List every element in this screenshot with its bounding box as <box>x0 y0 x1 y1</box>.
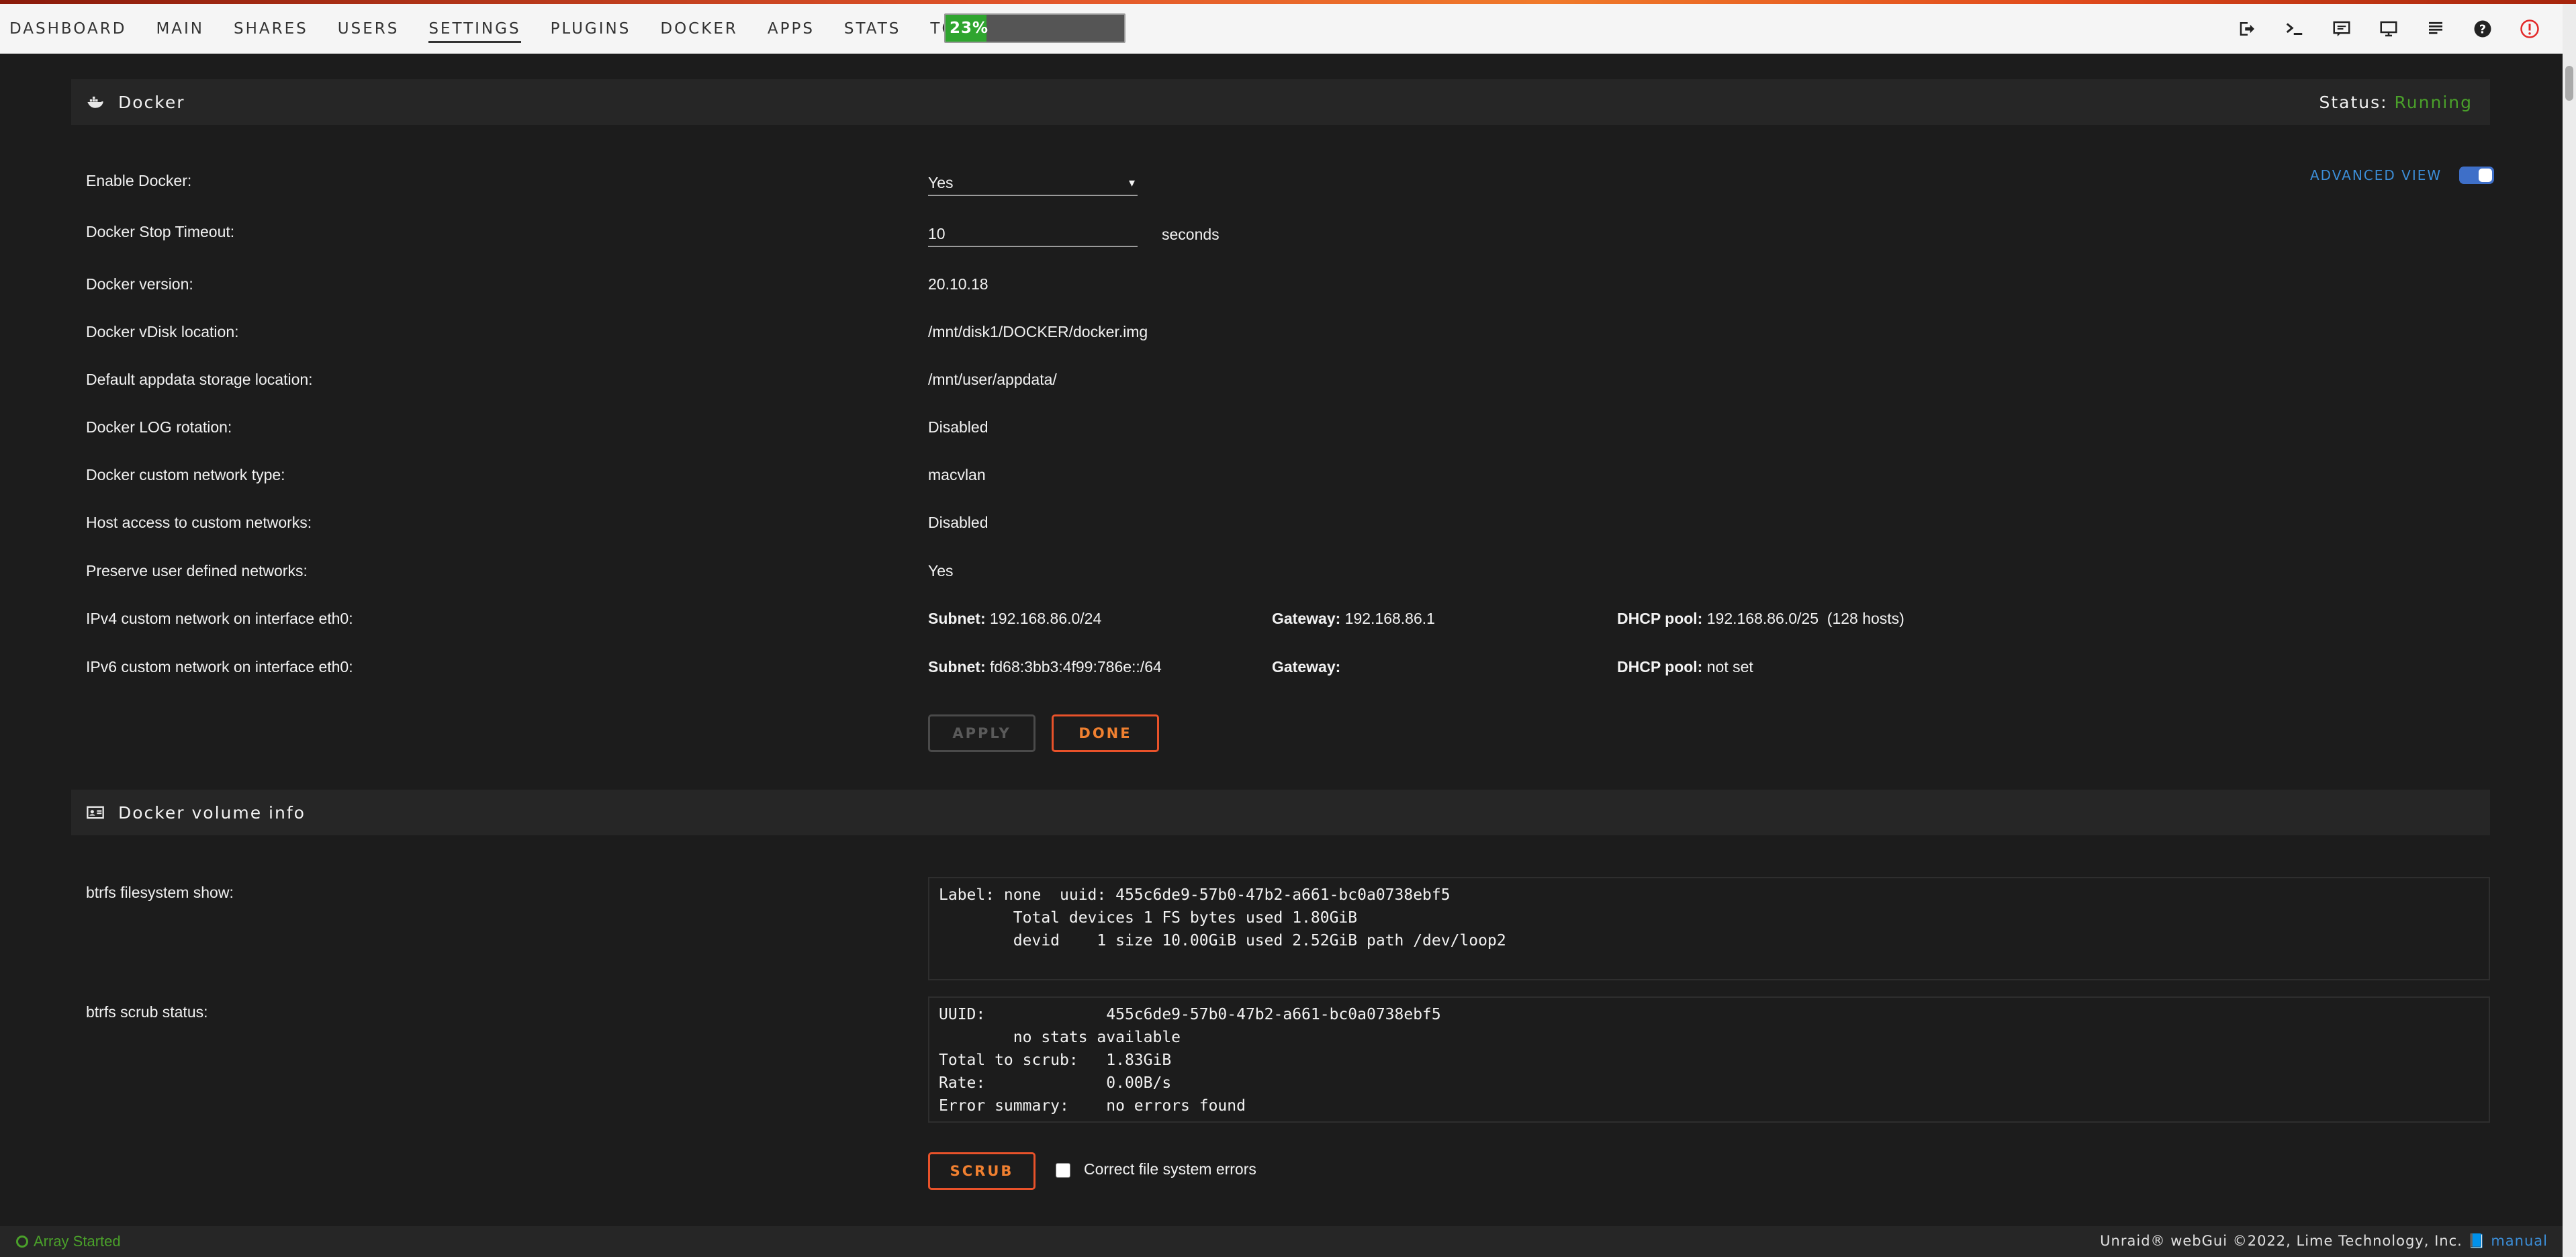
ipv6-dhcp: DHCP pool: not set <box>1617 658 1753 676</box>
docker-version-value: 20.10.18 <box>928 275 988 293</box>
advanced-view-label: ADVANCED VIEW <box>2310 167 2442 183</box>
ipv6-dhcp-key: DHCP pool: <box>1617 658 1703 676</box>
network-type-label: Docker custom network type: <box>86 466 285 483</box>
docker-section-title: Docker <box>118 92 185 112</box>
id-card-icon <box>83 800 107 825</box>
info-icon[interactable] <box>2365 4 2412 54</box>
ipv4-dhcp-key: DHCP pool: <box>1617 610 1703 627</box>
stop-timeout-input[interactable]: 10 <box>928 220 1138 247</box>
nav-apps[interactable]: APPS <box>768 4 815 54</box>
nav-main[interactable]: MAIN <box>156 4 204 54</box>
ipv6-gateway: Gateway: <box>1272 658 1340 676</box>
correct-errors-label: Correct file system errors <box>1084 1160 1256 1178</box>
nav-stats[interactable]: STATS <box>844 4 901 54</box>
enable-docker-label: Enable Docker: <box>86 172 192 189</box>
ipv6-subnet-key: Subnet: <box>928 658 986 676</box>
host-access-value: Disabled <box>928 514 988 531</box>
docker-version-label: Docker version: <box>86 275 193 293</box>
btrfs-scrub-status-label: btrfs scrub status: <box>86 1003 208 1021</box>
advanced-view-toggle[interactable] <box>2459 167 2495 184</box>
stop-timeout-label: Docker Stop Timeout: <box>86 223 235 240</box>
docker-whale-icon <box>83 90 107 114</box>
volume-section-title: Docker volume info <box>118 802 306 823</box>
apply-button[interactable]: APPLY <box>928 714 1036 752</box>
ipv4-gateway-value: 192.168.86.1 <box>1344 610 1435 627</box>
enable-docker-select[interactable]: Yes ▾ <box>928 169 1138 196</box>
enable-docker-value: Yes <box>928 174 954 191</box>
page-scrollbar[interactable] <box>2563 4 2576 1257</box>
footer-copyright: Unraid® webGui ©2022, Lime Technology, I… <box>2100 1233 2548 1250</box>
ipv6-subnet-value: fd68:3bb3:4f99:786e::/64 <box>990 658 1162 676</box>
notification-icon[interactable] <box>2506 4 2553 54</box>
stop-timeout-unit: seconds <box>1162 226 1220 243</box>
status-value: Running <box>2394 92 2473 112</box>
array-status: Array Started <box>16 1233 121 1250</box>
appdata-location-value: /mnt/user/appdata/ <box>928 371 1057 388</box>
cpu-load-label: 23% <box>950 19 989 37</box>
correct-errors-checkbox[interactable] <box>1056 1163 1070 1178</box>
appdata-location-label: Default appdata storage location: <box>86 371 313 388</box>
toggle-knob <box>2479 169 2493 182</box>
ipv4-subnet-value: 192.168.86.0/24 <box>990 610 1102 627</box>
ipv6-subnet: Subnet: fd68:3bb3:4f99:786e::/64 <box>928 658 1162 676</box>
ipv4-subnet: Subnet: 192.168.86.0/24 <box>928 610 1101 628</box>
ipv6-dhcp-value: not set <box>1706 658 1753 676</box>
ipv6-gateway-key: Gateway: <box>1272 658 1341 676</box>
nav-users[interactable]: USERS <box>338 4 400 54</box>
main-nav: DASHBOARD MAIN SHARES USERS SETTINGS PLU… <box>9 4 1022 54</box>
nav-dashboard[interactable]: DASHBOARD <box>9 4 126 54</box>
ipv4-subnet-key: Subnet: <box>928 610 986 627</box>
docker-status: Status: Running <box>2319 93 2473 112</box>
ipv4-network-label: IPv4 custom network on interface eth0: <box>86 610 353 627</box>
terminal-icon[interactable] <box>2271 4 2318 54</box>
status-label: Status: <box>2319 92 2388 112</box>
volume-section-header: Docker volume info <box>71 790 2490 835</box>
network-type-value: macvlan <box>928 466 986 483</box>
ipv6-network-label: IPv6 custom network on interface eth0: <box>86 658 353 676</box>
ipv4-gateway: Gateway: 192.168.86.1 <box>1272 610 1435 628</box>
cpu-load-meter: 23% <box>944 13 1125 43</box>
done-button[interactable]: DONE <box>1052 714 1159 752</box>
status-footer: Array Started Unraid® webGui ©2022, Lime… <box>0 1226 2563 1257</box>
toolbar-icons: ? <box>2224 4 2553 54</box>
play-circle-icon <box>16 1236 28 1248</box>
docker-section-header: Docker Status: Running <box>71 79 2490 125</box>
array-status-text: Array Started <box>34 1233 121 1250</box>
copyright-text: Unraid® webGui ©2022, Lime Technology, I… <box>2100 1233 2463 1249</box>
vdisk-location-value: /mnt/disk1/DOCKER/docker.img <box>928 323 1148 340</box>
advanced-view-control: ADVANCED VIEW <box>2310 167 2495 184</box>
svg-text:?: ? <box>2479 23 2486 36</box>
log-rotation-label: Docker LOG rotation: <box>86 418 232 436</box>
feedback-icon[interactable] <box>2318 4 2365 54</box>
top-navigation-bar: DASHBOARD MAIN SHARES USERS SETTINGS PLU… <box>0 4 2563 54</box>
nav-shares[interactable]: SHARES <box>234 4 308 54</box>
scrollbar-thumb[interactable] <box>2565 66 2573 101</box>
btrfs-scrub-status-output: UUID: 455c6de9-57b0-47b2-a661-bc0a0738eb… <box>928 996 2490 1123</box>
log-icon[interactable] <box>2412 4 2459 54</box>
btrfs-fs-show-label: btrfs filesystem show: <box>86 884 234 901</box>
ipv4-gateway-key: Gateway: <box>1272 610 1341 627</box>
caret-down-icon: ▾ <box>1128 176 1135 189</box>
host-access-label: Host access to custom networks: <box>86 514 312 531</box>
log-rotation-value: Disabled <box>928 418 988 436</box>
nav-settings[interactable]: SETTINGS <box>428 4 521 54</box>
help-icon[interactable]: ? <box>2459 4 2506 54</box>
preserve-networks-value: Yes <box>928 562 954 579</box>
manual-link[interactable]: manual <box>2491 1233 2548 1249</box>
ipv4-dhcp: DHCP pool: 192.168.86.0/25 (128 hosts) <box>1617 610 1904 628</box>
nav-docker[interactable]: DOCKER <box>660 4 737 54</box>
nav-plugins[interactable]: PLUGINS <box>551 4 631 54</box>
vdisk-location-label: Docker vDisk location: <box>86 323 239 340</box>
ipv4-dhcp-value: 192.168.86.0/25 (128 hosts) <box>1706 610 1904 627</box>
preserve-networks-label: Preserve user defined networks: <box>86 562 308 579</box>
scrub-button[interactable]: SCRUB <box>928 1152 1036 1190</box>
btrfs-fs-show-output: Label: none uuid: 455c6de9-57b0-47b2-a66… <box>928 877 2490 980</box>
logout-icon[interactable] <box>2224 4 2271 54</box>
manual-book-icon: 📘 <box>2467 1233 2486 1249</box>
